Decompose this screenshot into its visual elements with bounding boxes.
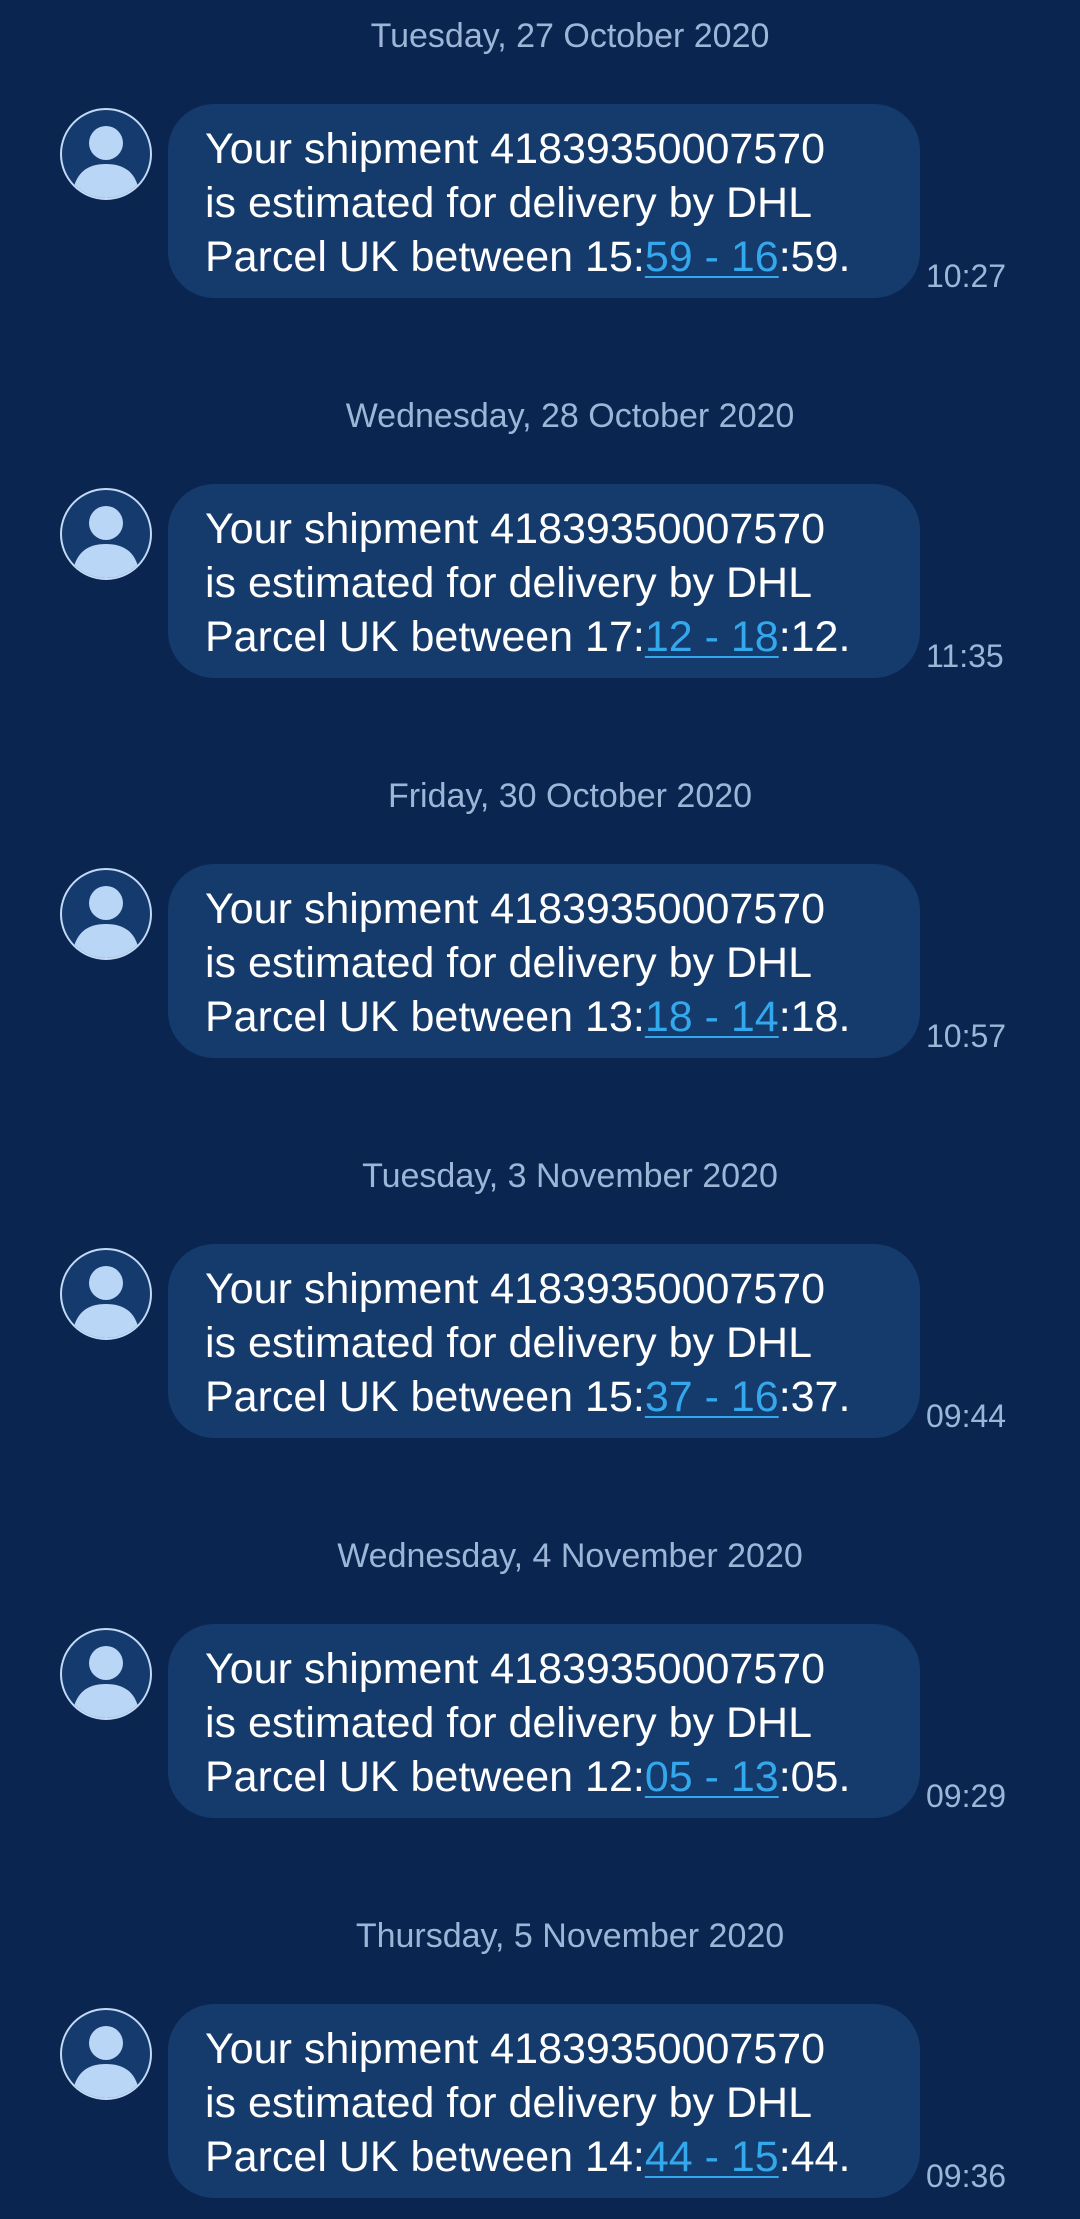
message-group: Wednesday, 4 November 2020 Your shipment… (0, 1536, 1080, 1916)
message-timestamp: 10:27 (926, 258, 1007, 294)
message-text-line: Your shipment 41839350007570 (205, 1645, 826, 1693)
message-timestamp: 09:36 (926, 2158, 1007, 2194)
date-separator: Wednesday, 4 November 2020 (337, 1537, 803, 1575)
contact-avatar-icon[interactable] (60, 868, 152, 960)
contact-avatar-icon[interactable] (60, 1248, 152, 1340)
message-bubble[interactable]: Your shipment 41839350007570 is estimate… (168, 484, 920, 678)
message-text-line: is estimated for delivery by DHL (205, 1699, 812, 1747)
message-timestamp: 10:57 (926, 1018, 1007, 1054)
message-bubble[interactable]: Your shipment 41839350007570 is estimate… (168, 104, 920, 298)
message-text-line: Your shipment 41839350007570 (205, 505, 826, 553)
date-separator: Tuesday, 27 October 2020 (370, 17, 770, 55)
message-text: Parcel UK between 15: (205, 233, 645, 281)
message-text-line: Parcel UK between 12:05 - 13:05. (205, 1750, 900, 1804)
message-text: :44. (778, 2133, 851, 2181)
message-text: Parcel UK between 13: (205, 993, 645, 1041)
message-text-line: Your shipment 41839350007570 (205, 1265, 826, 1313)
message-group: Friday, 30 October 2020 Your shipment 41… (0, 776, 1080, 1156)
contact-avatar-icon[interactable] (60, 488, 152, 580)
contact-avatar-icon[interactable] (60, 108, 152, 200)
time-link[interactable]: 18 - 14 (645, 993, 779, 1041)
message-text-line: is estimated for delivery by DHL (205, 939, 812, 987)
message-text-line: Parcel UK between 15:59 - 16:59. (205, 230, 900, 284)
message-bubble[interactable]: Your shipment 41839350007570 is estimate… (168, 1244, 920, 1438)
message-text: Parcel UK between 14: (205, 2133, 645, 2181)
message-group: Tuesday, 3 November 2020 Your shipment 4… (0, 1156, 1080, 1536)
message-text: Parcel UK between 12: (205, 1753, 645, 1801)
time-link[interactable]: 59 - 16 (645, 233, 779, 281)
message-text-line: Parcel UK between 14:44 - 15:44. (205, 2130, 900, 2184)
message-timestamp: 09:44 (926, 1398, 1007, 1434)
message-group: Thursday, 5 November 2020 Your shipment … (0, 1916, 1080, 2219)
message-text: :05. (778, 1753, 851, 1801)
message-bubble[interactable]: Your shipment 41839350007570 is estimate… (168, 864, 920, 1058)
message-text-line: Parcel UK between 13:18 - 14:18. (205, 990, 900, 1044)
message-text: :18. (778, 993, 851, 1041)
message-text: :37. (778, 1373, 851, 1421)
message-text-line: Your shipment 41839350007570 (205, 125, 826, 173)
message-text: :59. (778, 233, 851, 281)
date-separator: Wednesday, 28 October 2020 (345, 397, 795, 435)
message-text-line: is estimated for delivery by DHL (205, 559, 812, 607)
message-text-line: is estimated for delivery by DHL (205, 2079, 812, 2127)
time-link[interactable]: 44 - 15 (645, 2133, 779, 2181)
message-text-line: is estimated for delivery by DHL (205, 179, 812, 227)
contact-avatar-icon[interactable] (60, 2008, 152, 2100)
contact-avatar-icon[interactable] (60, 1628, 152, 1720)
message-text-line: Your shipment 41839350007570 (205, 2025, 826, 2073)
message-group: Wednesday, 28 October 2020 Your shipment… (0, 396, 1080, 776)
date-separator: Tuesday, 3 November 2020 (362, 1157, 778, 1195)
date-separator: Friday, 30 October 2020 (387, 777, 753, 815)
message-timestamp: 09:29 (926, 1778, 1007, 1814)
time-link[interactable]: 05 - 13 (645, 1753, 779, 1801)
message-text-line: is estimated for delivery by DHL (205, 1319, 812, 1367)
message-text: Parcel UK between 17: (205, 613, 645, 661)
date-separator: Thursday, 5 November 2020 (355, 1917, 785, 1955)
message-text-line: Parcel UK between 15:37 - 16:37. (205, 1370, 900, 1424)
time-link[interactable]: 12 - 18 (645, 613, 779, 661)
message-text: Parcel UK between 15: (205, 1373, 645, 1421)
message-text-line: Your shipment 41839350007570 (205, 885, 826, 933)
time-link[interactable]: 37 - 16 (645, 1373, 779, 1421)
message-bubble[interactable]: Your shipment 41839350007570 is estimate… (168, 1624, 920, 1818)
message-thread: Tuesday, 27 October 2020 Your shipment 4… (0, 0, 1080, 2219)
message-text-line: Parcel UK between 17:12 - 18:12. (205, 610, 900, 664)
message-timestamp: 11:35 (926, 638, 1004, 674)
message-bubble[interactable]: Your shipment 41839350007570 is estimate… (168, 2004, 920, 2198)
message-group: Tuesday, 27 October 2020 Your shipment 4… (0, 16, 1080, 396)
message-text: :12. (778, 613, 851, 661)
